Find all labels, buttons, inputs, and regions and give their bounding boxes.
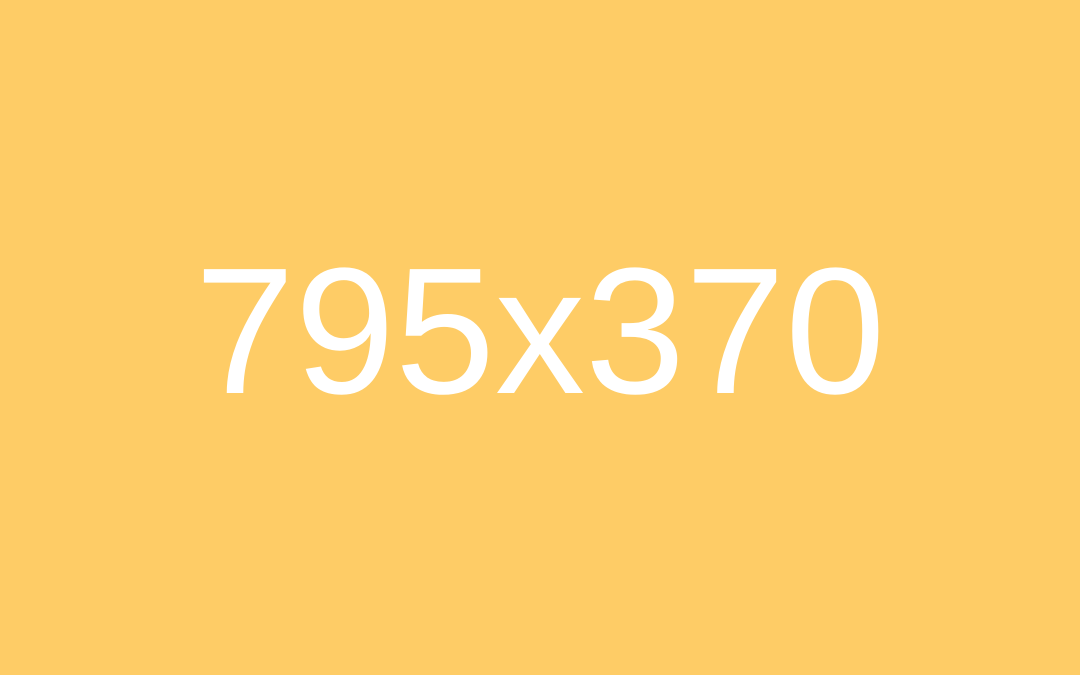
placeholder-image: 795x370 <box>0 0 1080 675</box>
placeholder-dimensions-label: 795x370 <box>194 230 886 432</box>
